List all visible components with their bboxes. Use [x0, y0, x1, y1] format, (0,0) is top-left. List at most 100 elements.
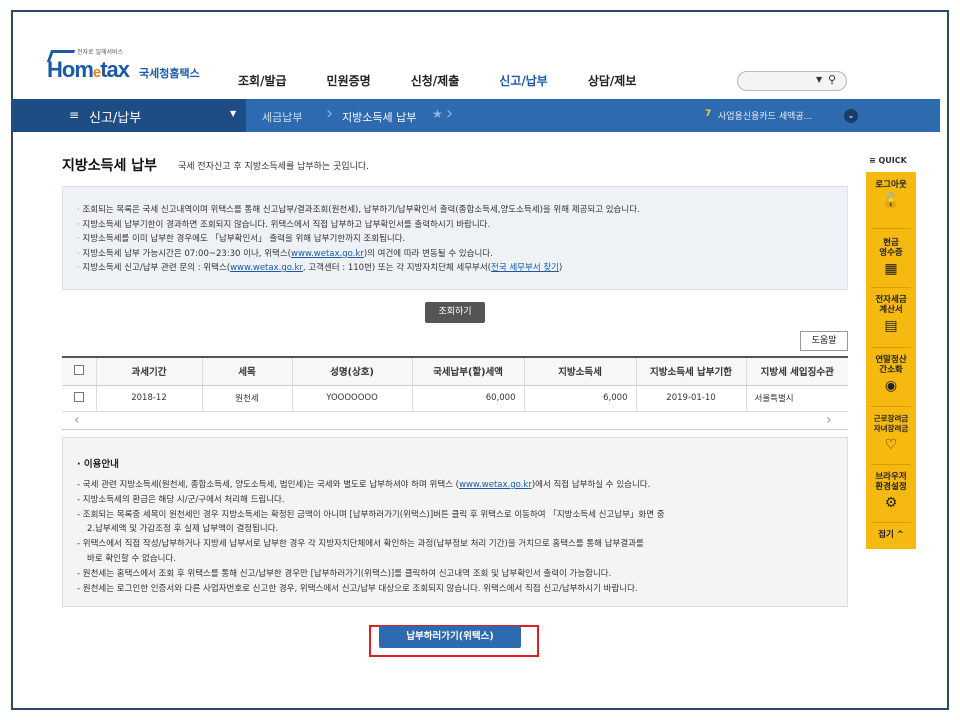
guide-line: 바로 확인할 수 없습니다. — [87, 553, 177, 564]
cell-tax-period: 2018-12 — [96, 385, 203, 412]
quick-cash-receipt[interactable]: 현금 영수증 ▦ — [866, 238, 916, 277]
quick-label: 전자세금 계산서 — [875, 295, 907, 315]
info-text: )의 여건에 따라 변동될 수 있습니다. — [363, 248, 493, 259]
invoice-icon: ▤ — [884, 318, 898, 334]
search-dropdown-icon[interactable]: ▼ — [816, 75, 822, 84]
info-line: 조회되는 목록은 국세 신고내역이며 위택스를 통해 신고납부/결과조회(원천세… — [77, 203, 847, 218]
lock-icon: 🔓 — [882, 193, 900, 209]
quick-label: 브라우저 환경설정 — [875, 472, 907, 492]
select-all-cell — [62, 356, 97, 386]
hometax-logo[interactable]: 전자로 일해서비스 Hometax 국세청홈택스 — [46, 47, 207, 93]
divider — [871, 347, 911, 348]
info-box: 조회되는 목록은 국세 신고내역이며 위택스를 통해 신고납부/결과조회(원천세… — [62, 186, 848, 290]
guide-text: - 국세 관련 지방소득세(원천세, 종합소득세, 양도소득세, 법인세)는 국… — [77, 480, 459, 490]
col-local-income-tax: 지방소득세 — [524, 356, 637, 386]
table-row[interactable]: 2018-12 원천세 YOOOOOOO 60,000 6,000 2019-0… — [62, 385, 848, 412]
logo-subtitle: 전자로 일해서비스 — [77, 49, 124, 56]
inquiry-button[interactable]: 조회하기 — [425, 302, 485, 323]
scroll-left-icon[interactable]: ‹ — [74, 412, 80, 428]
guide-list: - 국세 관련 지방소득세(원천세, 종합소득세, 양도소득세, 법인세)는 국… — [77, 478, 847, 596]
col-national-tax: 국세납부(할)세액 — [412, 356, 525, 386]
wetax-link[interactable]: www.wetax.go.kr — [230, 263, 303, 273]
quick-browser-settings[interactable]: 브라우저 환경설정 ⚙ — [866, 472, 916, 511]
quick-incentive[interactable]: 근로장려금 자녀장려금 ♡ — [866, 414, 916, 453]
hamburger-icon: ≡ — [69, 108, 80, 122]
guide-line: 2.납부세액 및 가감조정 후 실제 납부액이 결정됩니다. — [87, 524, 279, 535]
cell-collector: 서울특별시 — [746, 385, 848, 412]
info-line: 지방소득세 신고/납부 관련 문의 : 위택스(www.wetax.go.kr,… — [77, 261, 847, 276]
info-line: 지방소득세 납부기한이 경과하면 조회되지 않습니다. 위택스에서 직접 납부하… — [77, 218, 847, 233]
page-title: 지방소득세 납부 — [62, 158, 158, 174]
rolling-rank: 7 — [705, 109, 712, 119]
result-table: 과세기간 세목 성명(상호) 국세납부(할)세액 지방소득세 지방소득세 납부기… — [62, 356, 848, 412]
gear-icon: ⚙ — [884, 495, 898, 511]
quick-menu: 로그아웃 🔓 현금 영수증 ▦ 전자세금 계산서 ▤ 연말정산 간소화 ◉ 근로… — [866, 172, 916, 549]
info-text: 지방소득세 납부 가능시간은 07:00~23:30 이나, 위택스( — [82, 248, 291, 259]
divider — [871, 522, 911, 523]
logo-home: Hom — [47, 57, 94, 82]
info-text: 지방소득세 신고/납부 관련 문의 : 위택스( — [82, 263, 231, 273]
menu-selector[interactable]: ≡ 신고/납부 ▼ — [12, 99, 246, 132]
cell-local-income-tax: 6,000 — [524, 385, 637, 412]
row-checkbox[interactable] — [73, 391, 84, 402]
info-line: 지방소득세 납부 가능시간은 07:00~23:30 이나, 위택스(www.w… — [77, 247, 847, 262]
guide-line: - 원천세는 홈택스에서 조회 후 위택스를 통해 신고/납부한 경우만 [납부… — [77, 568, 612, 579]
quick-fold-button[interactable]: 접기 ^ — [866, 528, 916, 540]
quick-year-end-settlement[interactable]: 연말정산 간소화 ◉ — [866, 355, 916, 394]
gnb-consult[interactable]: 상담/제보 — [588, 72, 637, 89]
row-select-cell — [62, 385, 97, 412]
quick-label: 현금 영수증 — [879, 238, 903, 258]
wetax-link[interactable]: www.wetax.go.kr — [291, 249, 364, 259]
cell-name: YOOOOOOO — [292, 385, 413, 412]
guide-line: - 조회되는 목록중 세목이 원천세인 경우 지방소득세는 확정된 금액이 아니… — [77, 509, 665, 520]
col-tax-item: 세목 — [202, 356, 293, 386]
logo-korean: 국세청홈택스 — [139, 67, 200, 80]
help-button[interactable]: 도움말 — [800, 331, 848, 351]
gnb-certificate[interactable]: 민원증명 — [327, 72, 371, 89]
rolling-expand-icon[interactable]: ⌄ — [844, 109, 858, 123]
info-line: 지방소득세를 이미 납부한 경우에도 「납부확인서」 출력을 위해 납부기한까지… — [77, 232, 847, 247]
info-text: , 고객센터 : 110번) 또는 각 지방자치단체 세무부서( — [302, 263, 492, 273]
divider — [871, 406, 911, 407]
location-bar: ≡ 신고/납부 ▼ 세금납부 › 지방소득세 납부 ★ › 7 사업용신용카드 … — [12, 99, 940, 132]
rolling-keyword[interactable]: 사업용신용카드 세액공... — [718, 109, 812, 122]
breadcrumb-local-income-tax[interactable]: 지방소득세 납부 — [342, 109, 416, 125]
gnb-report-pay[interactable]: 신고/납부 — [499, 72, 548, 89]
wetax-link[interactable]: www.wetax.go.kr — [459, 480, 532, 490]
cell-tax-item: 원천세 — [202, 385, 293, 412]
guide-title: 이용안내 — [77, 456, 847, 470]
go-pay-wetax-button[interactable]: 납부하러가기(위택스) — [379, 626, 521, 648]
gnb-apply[interactable]: 신청/제출 — [411, 72, 460, 89]
scroll-right-icon[interactable]: › — [826, 412, 832, 428]
guide-line: - 원천세는 로그인한 인증서와 다른 사업자번호로 신고한 경우, 위택스에서… — [77, 583, 638, 594]
usage-guide: 이용안내 - 국세 관련 지방소득세(원천세, 종합소득세, 양도소득세, 법인… — [62, 437, 848, 607]
top-search-box[interactable]: ▼ ⚲ — [737, 71, 847, 91]
chevron-right-icon: › — [446, 103, 454, 124]
find-tax-office-link[interactable]: 전국 세무부서 찾기 — [491, 263, 559, 273]
heart-icon: ♡ — [884, 437, 898, 453]
favorite-star-icon[interactable]: ★ — [432, 107, 443, 121]
divider — [871, 287, 911, 288]
cell-national-tax: 60,000 — [412, 385, 525, 412]
horizontal-scrollbar[interactable]: ‹ › — [62, 410, 848, 430]
info-text: ) — [558, 263, 563, 273]
guide-line: - 위택스에서 직접 작성/납부하거나 지방세 납부서로 납부한 경우 각 지방… — [77, 539, 644, 550]
guide-text: )에서 직접 납부하실 수 있습니다. — [531, 480, 651, 490]
global-nav: 조회/발급 민원증명 신청/제출 신고/납부 상담/제보 — [238, 72, 676, 89]
guide-line: - 국세 관련 지방소득세(원천세, 종합소득세, 양도소득세, 법인세)는 국… — [77, 478, 847, 493]
col-due-date: 지방소득세 납부기한 — [636, 356, 747, 386]
quick-logout[interactable]: 로그아웃 🔓 — [866, 180, 916, 209]
quick-label: 로그아웃 — [875, 180, 907, 190]
divider — [871, 228, 911, 229]
chevron-down-icon[interactable]: ▼ — [230, 109, 236, 118]
search-icon[interactable]: ⚲ — [828, 73, 836, 86]
gnb-inquiry[interactable]: 조회/발급 — [238, 72, 287, 89]
page-description: 국세 전자신고 후 지방소득세를 납부하는 곳입니다. — [178, 162, 370, 172]
breadcrumb-tax-payment[interactable]: 세금납부 — [262, 109, 302, 125]
quick-e-invoice[interactable]: 전자세금 계산서 ▤ — [866, 295, 916, 334]
quick-label: 근로장려금 자녀장려금 — [873, 414, 909, 433]
logo-tax: tax — [100, 57, 130, 82]
logo-wordmark: Hometax — [47, 57, 130, 83]
current-menu-title: 신고/납부 — [89, 111, 142, 126]
select-all-checkbox[interactable] — [73, 364, 84, 375]
